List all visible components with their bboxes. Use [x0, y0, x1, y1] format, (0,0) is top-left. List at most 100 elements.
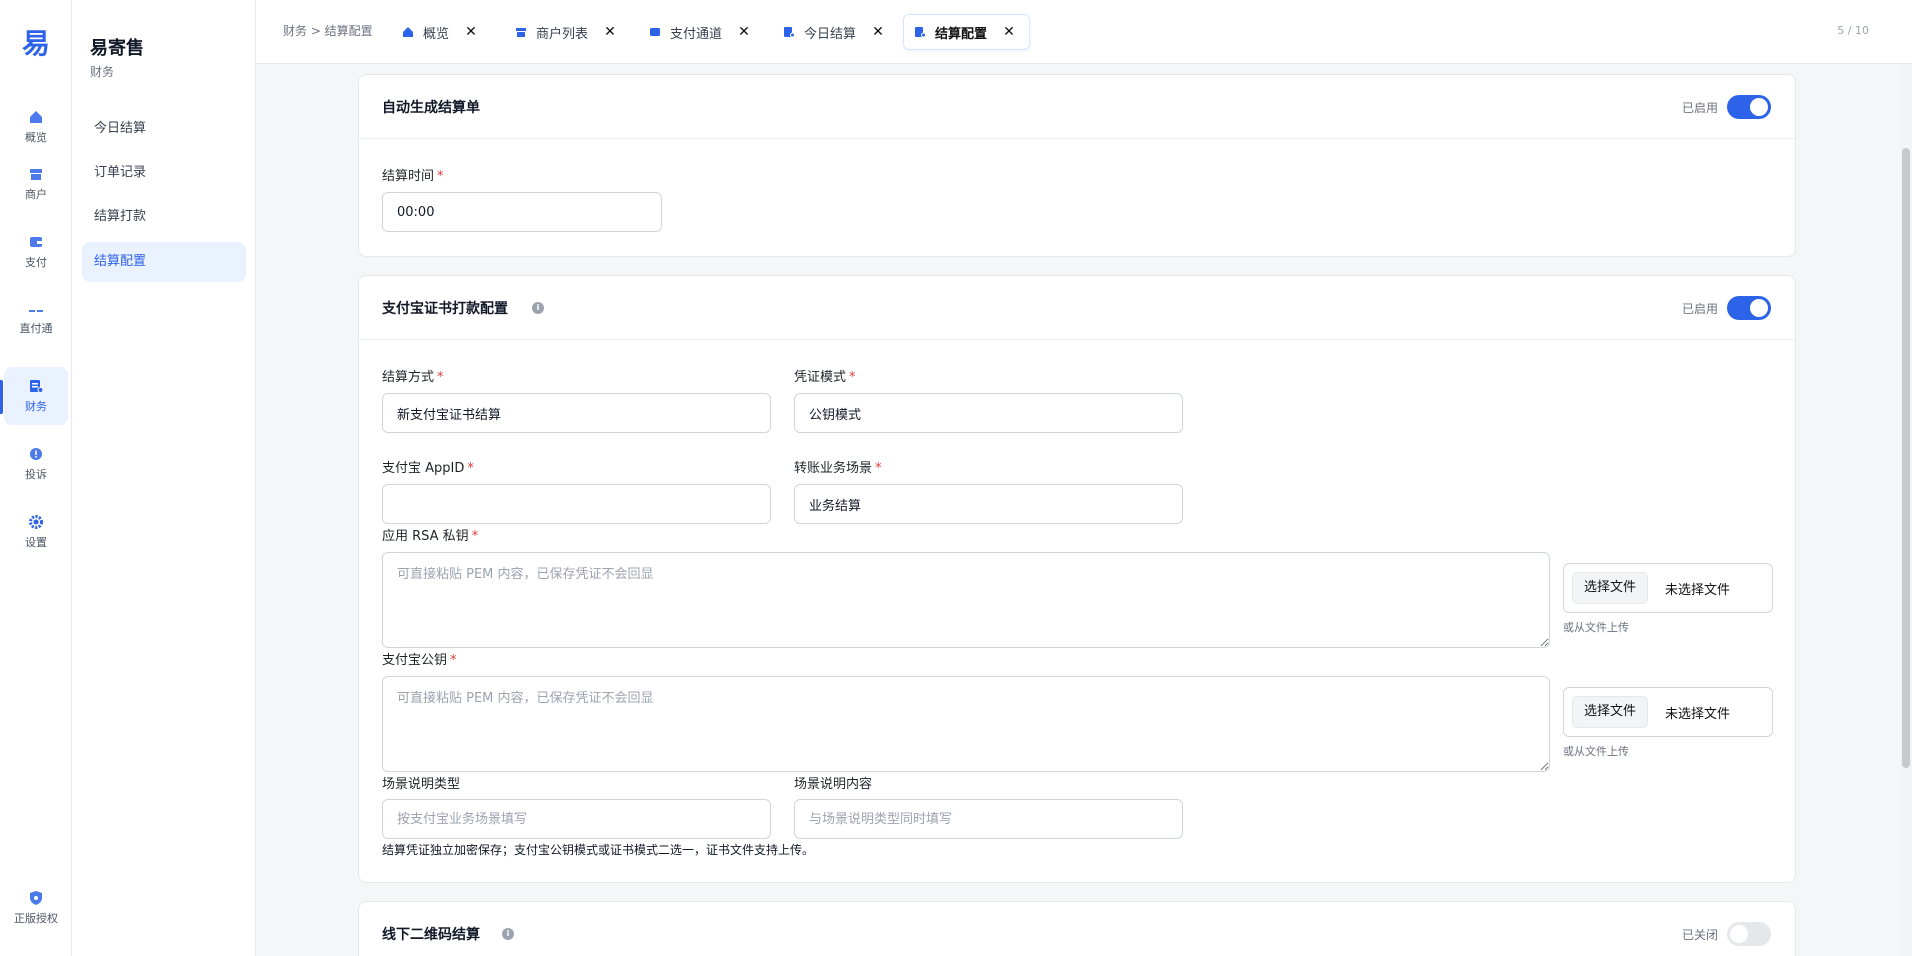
settlement-note: 结算凭证独立加密保存；支付宝公钥模式或证书模式二选一，证书文件支持上传。 — [382, 843, 815, 857]
transfer-scene-field[interactable] — [794, 484, 1183, 524]
voucher-mode-field[interactable] — [794, 393, 1183, 433]
rsa-file-upload: 选择文件 未选择文件 — [1563, 563, 1773, 613]
auto-settlement-toggle[interactable] — [1727, 95, 1771, 119]
subnav-item-order-records[interactable]: 订单记录 — [82, 153, 246, 193]
wallet-icon — [650, 28, 660, 36]
rsa-private-key-label: 应用 RSA 私钥 * — [382, 529, 479, 544]
wallet-icon — [30, 237, 42, 247]
rail-item-overview[interactable]: 概览 — [4, 98, 68, 156]
tab-today-settlement[interactable]: 今日结算 ✕ — [773, 14, 898, 50]
settlement-time-input[interactable] — [382, 192, 662, 232]
license-button[interactable]: 正版授权 — [4, 879, 68, 937]
rail-item-label: 财务 — [25, 400, 47, 413]
choose-file-button[interactable]: 选择文件 — [1572, 696, 1649, 728]
shield-icon — [30, 891, 42, 905]
alipay-public-key-label: 支付宝公钥 * — [382, 653, 457, 668]
subnav-item-settlement-payout[interactable]: 结算打款 — [82, 197, 246, 237]
transfer-scene-label: 转账业务场景 * — [794, 461, 882, 476]
status-text: 已启用 — [1681, 302, 1718, 316]
rail-item-label: 概览 — [25, 131, 47, 144]
tab-settlement-config[interactable]: 结算配置 ✕ — [903, 14, 1031, 50]
tab-bar: 财务 > 结算配置 概览 ✕ 商户列表 ✕ 支付通道 ✕ 今日结算 ✕ 结算配置… — [256, 0, 1912, 64]
scene-content-input[interactable] — [794, 799, 1183, 839]
pubkey-file-upload: 选择文件 未选择文件 — [1563, 687, 1773, 737]
card-title: 支付宝证书打款配置 — [382, 301, 508, 317]
tab-overview[interactable]: 概览 ✕ — [392, 14, 491, 50]
close-icon[interactable]: ✕ — [868, 22, 888, 42]
rail-item-label: 投诉 — [25, 468, 47, 481]
settlement-method-label: 结算方式 * — [382, 370, 444, 385]
settlement-method-field[interactable] — [382, 393, 771, 433]
gear-icon — [29, 515, 43, 529]
scrollbar-thumb[interactable] — [1902, 148, 1910, 768]
rail-item-settings[interactable]: 设置 — [4, 503, 68, 561]
home-icon — [403, 27, 413, 37]
offline-qr-toggle[interactable] — [1727, 922, 1771, 946]
rail-item-complaint[interactable]: 投诉 — [4, 435, 68, 493]
alipay-appid-label: 支付宝 AppID * — [382, 461, 474, 476]
file-status: 未选择文件 — [1665, 583, 1731, 598]
close-icon[interactable]: ✕ — [600, 22, 620, 42]
rail-item-payment[interactable]: 支付 — [4, 223, 68, 281]
tab-label: 商户列表 — [536, 26, 589, 42]
info-icon[interactable]: i — [532, 302, 544, 314]
status-text: 已关闭 — [1681, 928, 1718, 942]
card-header: 线下二维码结算 i 已关闭 — [359, 902, 1795, 956]
subnav-item-settlement-config[interactable]: 结算配置 — [82, 242, 246, 282]
rail-item-label: 直付通 — [19, 322, 53, 335]
rail-item-finance[interactable]: 财务 — [4, 367, 68, 425]
voucher-mode-label: 凭证模式 * — [794, 370, 856, 385]
tab-label: 支付通道 — [670, 26, 723, 42]
tab-label: 结算配置 — [935, 26, 988, 42]
close-icon[interactable]: ✕ — [999, 22, 1019, 42]
scene-type-input[interactable] — [382, 799, 771, 839]
auto-settlement-card: 自动生成结算单 已启用 结算时间 * — [358, 74, 1796, 257]
rail-item-label: 商户 — [25, 188, 47, 201]
alipay-payout-card: 支付宝证书打款配置 i 已启用 结算方式* 凭证模式* 支付宝 AppID* 转… — [358, 275, 1796, 883]
sub-navigation: 易寄售 财务 今日结算 订单记录 结算打款 结算配置 — [72, 0, 256, 956]
file-status: 未选择文件 — [1665, 707, 1731, 722]
ledger-icon — [30, 380, 44, 393]
file-upload-hint: 或从文件上传 — [1563, 621, 1629, 634]
transfer-icon — [29, 310, 43, 312]
section-subtitle: 财务 — [90, 65, 115, 79]
alipay-appid-input[interactable] — [382, 484, 771, 524]
breadcrumb: 财务 > 结算配置 — [283, 24, 373, 38]
alipay-payout-toggle[interactable] — [1727, 296, 1771, 320]
subnav-item-today-settlement[interactable]: 今日结算 — [82, 109, 246, 149]
tab-page-count: 5 / 10 — [1837, 24, 1869, 37]
app-logo: 易 — [22, 27, 51, 60]
rail-item-merchant[interactable]: 商户 — [4, 155, 68, 213]
scene-content-label: 场景说明内容 — [794, 777, 873, 792]
store-icon — [30, 169, 42, 180]
alipay-public-key-textarea[interactable] — [382, 676, 1550, 772]
active-indicator — [0, 380, 3, 414]
file-upload-hint: 或从文件上传 — [1563, 745, 1629, 758]
home-icon — [30, 111, 42, 123]
ledger-icon — [784, 27, 795, 38]
app-title: 易寄售 — [90, 38, 144, 59]
rail-item-direct-pay[interactable]: 直付通 — [4, 289, 68, 347]
info-icon[interactable]: i — [502, 928, 514, 940]
tab-label: 概览 — [423, 26, 450, 42]
card-title: 线下二维码结算 — [382, 927, 480, 943]
tab-payment-channel[interactable]: 支付通道 ✕ — [639, 14, 764, 50]
rail-item-label: 正版授权 — [14, 912, 58, 925]
offline-qr-card: 线下二维码结算 i 已关闭 — [358, 901, 1796, 956]
icon-rail: 易 概览 商户 支付 直付通 财务 投诉 设置 正版授权 — [0, 0, 72, 956]
scene-type-label: 场景说明类型 — [382, 777, 461, 792]
store-icon — [516, 28, 526, 37]
close-icon[interactable]: ✕ — [734, 22, 754, 42]
card-header: 自动生成结算单 已启用 — [359, 75, 1795, 139]
tab-merchant-list[interactable]: 商户列表 ✕ — [505, 14, 630, 50]
settlement-time-label: 结算时间 * — [382, 169, 444, 184]
rsa-private-key-textarea[interactable] — [382, 552, 1550, 648]
close-icon[interactable]: ✕ — [461, 22, 481, 42]
rail-item-label: 设置 — [25, 536, 47, 549]
ledger-icon — [915, 27, 926, 38]
rail-item-label: 支付 — [25, 256, 47, 269]
card-title: 自动生成结算单 — [382, 100, 480, 116]
status-text: 已启用 — [1681, 101, 1718, 115]
card-header: 支付宝证书打款配置 i 已启用 — [359, 276, 1795, 340]
choose-file-button[interactable]: 选择文件 — [1572, 572, 1649, 604]
